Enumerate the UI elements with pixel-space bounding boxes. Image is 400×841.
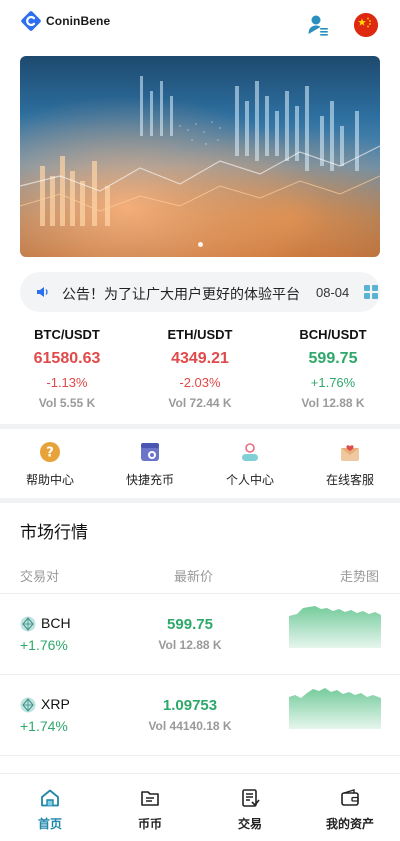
china-flag-icon[interactable] (354, 13, 378, 37)
brand-name: ConinBene (46, 14, 111, 28)
quick-help-center[interactable]: ? 帮助中心 (0, 432, 100, 488)
coin-icon (20, 697, 36, 713)
trade-icon (240, 788, 260, 808)
coin-change: +1.76% (20, 637, 68, 653)
quick-deposit[interactable]: 快捷充币 (100, 432, 200, 488)
quick-menu: ? 帮助中心 快捷充币 个人中心 在线客服 (0, 432, 400, 498)
ticker-change: -1.13% (46, 375, 88, 390)
tab-coin-exchange[interactable]: 币币 (100, 774, 200, 841)
brand-logo[interactable]: ConinBene (20, 10, 110, 32)
ticker-volume: Vol 12.88 K (301, 396, 365, 410)
ticker-price: 599.75 (308, 350, 358, 367)
ticker-btc[interactable]: BTC/USDT 61580.63 -1.13% Vol 5.55 K (7, 326, 127, 411)
speaker-icon (36, 285, 50, 299)
announcement-date: 08-04 (316, 285, 350, 300)
coin-change: +1.74% (20, 718, 68, 734)
ticker-bch[interactable]: BCH/USDT 599.75 +1.76% Vol 12.88 K (273, 326, 393, 411)
ticker-pair: BTC/USDT (34, 327, 100, 342)
coin-price: 1.09753 (162, 697, 218, 714)
ticker-price: 4349.21 (171, 350, 229, 367)
support-mail-icon (339, 441, 361, 463)
announcement-bar[interactable]: 公告！为了让广大用户更好的体验平台 08-04 (20, 272, 380, 312)
ticker-pair: ETH/USDT (167, 327, 233, 342)
quick-deposit-icon (139, 441, 161, 463)
quick-label: 快捷充币 (125, 473, 174, 487)
coin-volume: Vol 44140.18 K (148, 719, 232, 733)
tab-label: 币币 (137, 817, 162, 831)
row-divider (0, 755, 400, 756)
column-pair: 交易对 (20, 569, 60, 584)
ticker-price: 61580.63 (33, 350, 101, 367)
coin-volume: Vol 12.88 K (158, 638, 222, 652)
quick-label: 帮助中心 (25, 473, 74, 487)
tab-label: 交易 (237, 817, 262, 831)
ticker-strip: BTC/USDT 61580.63 -1.13% Vol 5.55 K ETH/… (0, 326, 400, 416)
quick-profile[interactable]: 个人中心 (200, 432, 300, 488)
svg-text:?: ? (46, 446, 54, 461)
trend-sparkline (289, 688, 381, 729)
ticker-change: -2.03% (179, 375, 221, 390)
market-row-xrp[interactable]: XRP +1.74% 1.09753 Vol 44140.18 K (0, 675, 400, 755)
coin-name: XRP (41, 696, 70, 712)
coin-name: BCH (41, 615, 71, 631)
market-title: 市场行情 (20, 523, 88, 542)
help-icon: ? (39, 441, 61, 463)
grid-icon[interactable] (364, 285, 378, 299)
home-icon (40, 788, 60, 808)
app-home-page: ConinBene 公告！为了让广大用户更好的体验平台 08-04 BTC/US… (0, 0, 400, 841)
ticker-eth[interactable]: ETH/USDT 4349.21 -2.03% Vol 72.44 K (140, 326, 260, 411)
ticker-volume: Vol 72.44 K (168, 396, 232, 410)
promo-banner[interactable] (20, 56, 380, 257)
quick-support[interactable]: 在线客服 (300, 432, 400, 488)
bottom-tab-bar: 首页 币币 交易 我的资产 (0, 773, 400, 841)
ticker-change: +1.76% (310, 375, 356, 390)
section-divider (0, 498, 400, 503)
ticker-volume: Vol 5.55 K (38, 396, 96, 410)
coin-icon (20, 616, 36, 632)
column-trend: 走势图 (340, 569, 380, 584)
brand-mark-icon (20, 10, 42, 32)
user-list-icon[interactable] (306, 13, 330, 37)
coin-exchange-icon (140, 788, 160, 808)
profile-icon (239, 441, 261, 463)
trend-sparkline (289, 606, 381, 648)
tab-label: 我的资产 (325, 817, 374, 831)
quick-label: 个人中心 (225, 473, 274, 487)
market-row-bch[interactable]: BCH +1.76% 599.75 Vol 12.88 K (0, 594, 400, 674)
quick-label: 在线客服 (325, 473, 374, 487)
wallet-icon (340, 788, 360, 808)
column-price: 最新价 (174, 569, 214, 584)
top-header: ConinBene (0, 0, 400, 50)
section-divider (0, 424, 400, 429)
tab-trade[interactable]: 交易 (200, 774, 300, 841)
tab-home[interactable]: 首页 (0, 774, 100, 841)
tab-my-assets[interactable]: 我的资产 (300, 774, 400, 841)
announcement-text: 公告！为了让广大用户更好的体验平台 (62, 286, 300, 302)
coin-price: 599.75 (167, 616, 213, 633)
ticker-pair: BCH/USDT (299, 327, 367, 342)
banner-pagination (20, 242, 380, 247)
tab-label: 首页 (37, 817, 62, 831)
banner-dot[interactable] (197, 242, 203, 247)
